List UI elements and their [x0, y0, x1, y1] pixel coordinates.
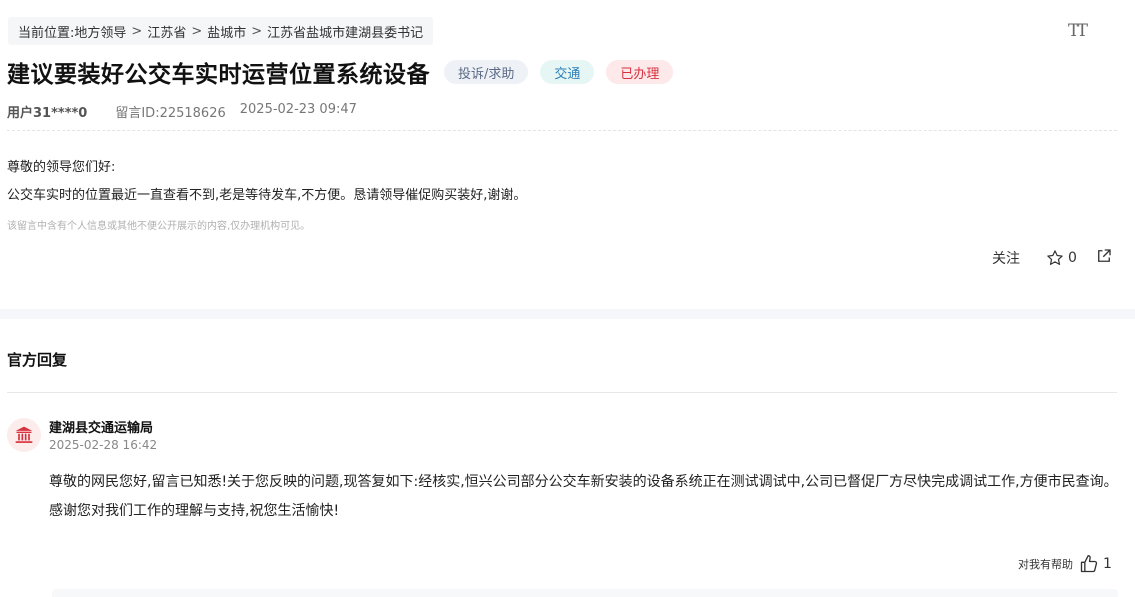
breadcrumb-separator: > — [191, 23, 203, 39]
message-datetime: 2025-02-23 09:47 — [239, 102, 357, 117]
breadcrumb-item-city[interactable]: 盐城市 — [207, 22, 246, 41]
divider — [7, 130, 1117, 131]
share-button[interactable] — [1095, 247, 1113, 269]
helpful-button[interactable]: 对我有帮助 1 — [1018, 554, 1112, 574]
breadcrumb: 当前位置: 地方领导 > 江苏省 > 盐城市 > 江苏省盐城市建湖县委书记 — [8, 17, 434, 45]
reply-date: 2025-02-28 16:42 — [49, 438, 158, 452]
status-badge: 已办理 — [606, 60, 674, 84]
breadcrumb-separator: > — [131, 23, 143, 39]
government-building-icon — [15, 426, 33, 443]
title-row: 建议要装好公交车实时运营位置系统设备 投诉/求助 交通 已办理 — [7, 56, 674, 88]
thumbs-up-icon — [1080, 555, 1098, 573]
user-name: 用户31****0 — [7, 106, 88, 121]
section-divider — [0, 309, 1135, 319]
privacy-notice: 该留言中含有个人信息或其他不便公开展示的内容,仅办理机构可见。 — [7, 221, 311, 232]
breadcrumb-separator: > — [251, 23, 263, 39]
divider — [7, 392, 1117, 393]
page-title: 建议要装好公交车实时运营位置系统设备 — [7, 62, 430, 88]
department-name: 建湖县交通运输局 — [49, 421, 154, 436]
reply-content: 尊敬的网民您好,留言已知悉!关于您反映的问题,现答复如下:经核实,恒兴公司部分公… — [49, 474, 1118, 519]
message-actions: 关注 0 — [992, 248, 1113, 268]
topic-tag: 交通 — [540, 60, 595, 84]
font-size-icon[interactable]: TT — [1068, 20, 1094, 42]
comment-box — [52, 589, 1118, 597]
star-button[interactable]: 0 — [1046, 249, 1077, 267]
category-tag: 投诉/求助 — [444, 60, 529, 84]
message-content: 公交车实时的位置最近一直查看不到,老是等待发车,不方便。恳请领导催促购买装好,谢… — [7, 188, 527, 203]
official-reply-heading: 官方回复 — [7, 351, 68, 369]
breadcrumb-prefix: 当前位置: — [18, 25, 75, 41]
breadcrumb-item-local-leaders[interactable]: 地方领导 — [74, 22, 126, 41]
department-avatar — [7, 418, 41, 452]
star-icon — [1047, 250, 1063, 265]
helpful-label: 对我有帮助 — [1018, 558, 1073, 571]
helpful-count: 1 — [1103, 556, 1112, 572]
breadcrumb-item-province[interactable]: 江苏省 — [147, 22, 186, 41]
star-count: 0 — [1068, 250, 1077, 266]
follow-button[interactable]: 关注 — [992, 248, 1020, 268]
message-id: 留言ID:22518626 — [115, 106, 226, 121]
message-greeting: 尊敬的领导您们好: — [7, 160, 116, 175]
breadcrumb-item-leader[interactable]: 江苏省盐城市建湖县委书记 — [267, 22, 423, 41]
share-icon — [1097, 249, 1111, 262]
message-meta: 用户31****0 留言ID:22518626 2025-02-23 09:47 — [7, 102, 357, 121]
